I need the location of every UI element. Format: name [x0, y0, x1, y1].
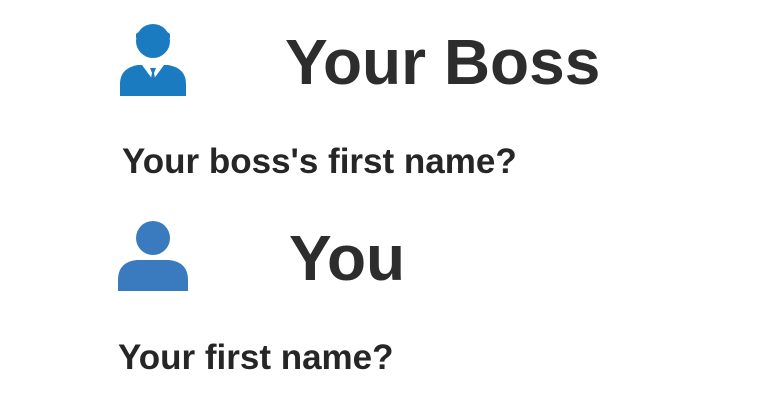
you-section: You Your first name? — [0, 200, 766, 404]
businessman-icon — [120, 24, 186, 96]
boss-heading: Your Boss — [285, 26, 601, 98]
boss-first-name-label: Your boss's first name? — [122, 142, 517, 181]
you-heading: You — [289, 222, 406, 294]
your-first-name-label: Your first name? — [118, 338, 394, 377]
boss-section: Your Boss Your boss's first name? — [0, 0, 766, 200]
user-icon — [118, 221, 188, 291]
